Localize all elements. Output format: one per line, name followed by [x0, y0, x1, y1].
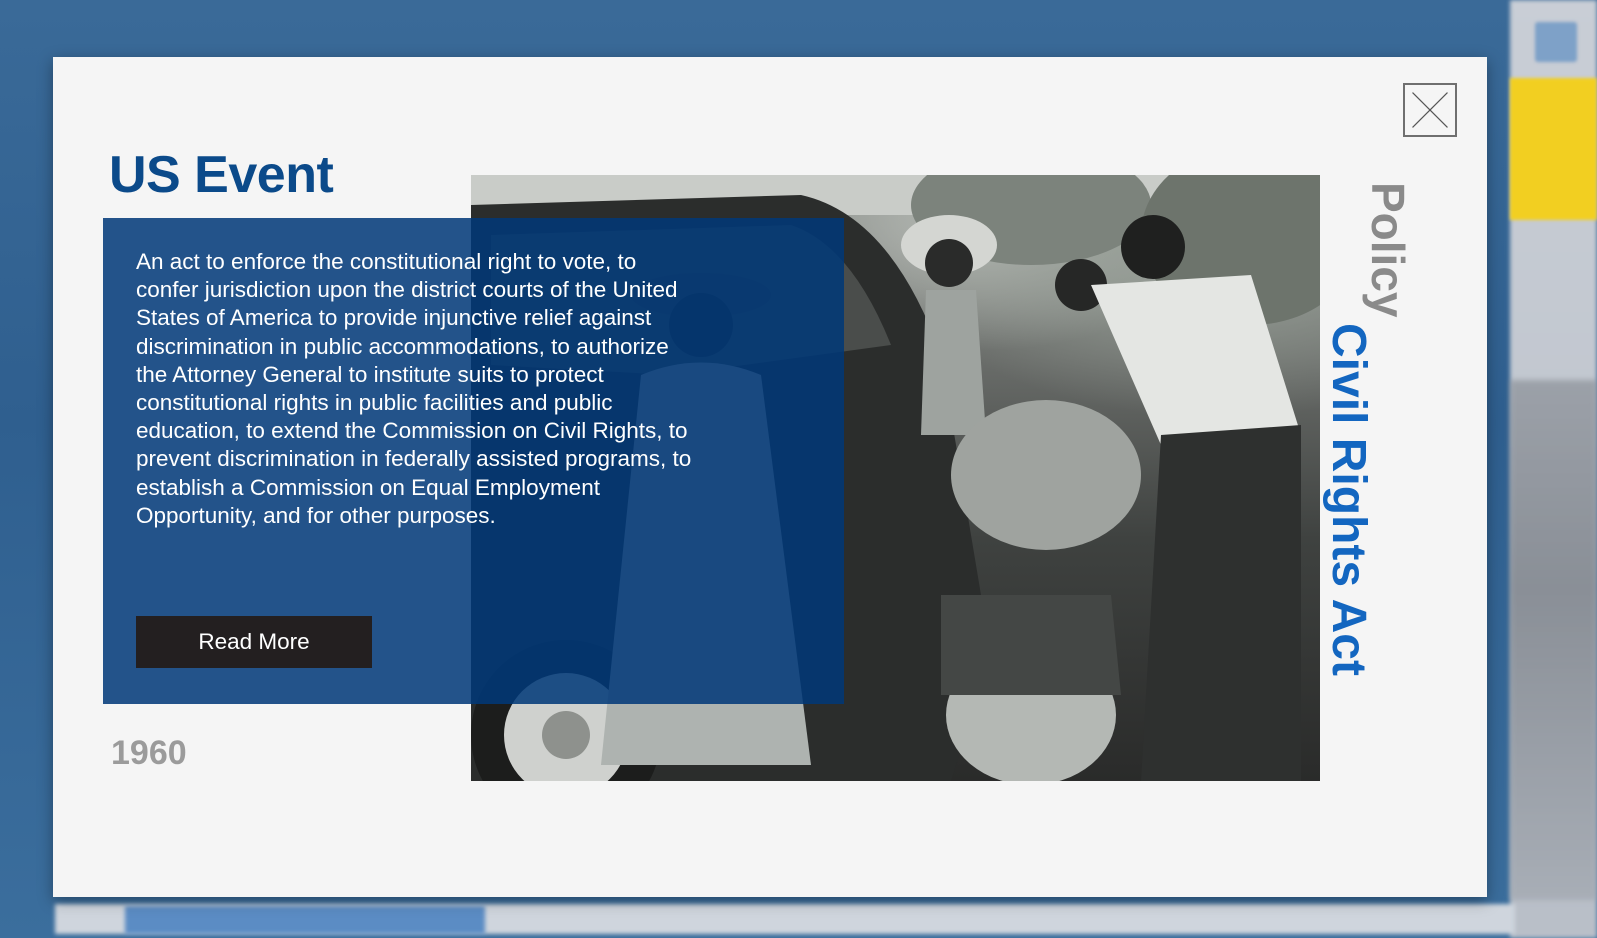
background-timeline-marker	[125, 906, 485, 934]
event-category-label: Policy	[1362, 182, 1414, 318]
background-highlight-panel	[1510, 78, 1597, 220]
event-description-card: An act to enforce the constitutional rig…	[103, 218, 844, 704]
event-description: An act to enforce the constitutional rig…	[136, 249, 692, 528]
close-icon	[1412, 92, 1448, 128]
event-title: Civil Rights Act	[1322, 323, 1375, 676]
background-photo-strip	[1510, 380, 1597, 900]
event-type-heading: US Event	[109, 146, 334, 204]
event-detail-modal: US Event An act to enforce the constitut…	[53, 57, 1487, 897]
background-thumbnail	[1535, 22, 1577, 62]
event-year: 1960	[111, 734, 187, 772]
close-button[interactable]	[1403, 83, 1457, 137]
read-more-button[interactable]: Read More	[136, 616, 372, 668]
